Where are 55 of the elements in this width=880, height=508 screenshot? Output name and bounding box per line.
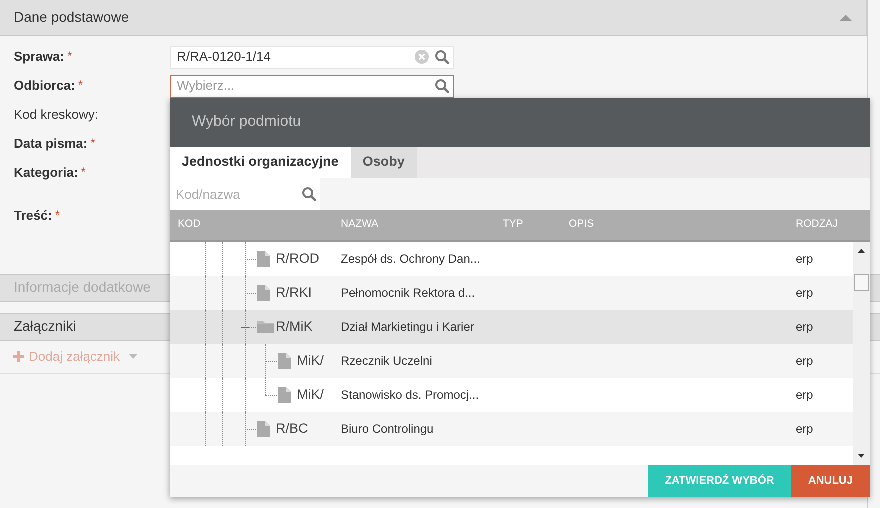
search-icon[interactable] xyxy=(435,50,449,64)
required-mark: * xyxy=(78,78,84,92)
required-mark: * xyxy=(68,49,72,64)
scrollbar-thumb[interactable] xyxy=(854,274,869,291)
field-label: Treść: xyxy=(14,208,52,222)
code-cell-text: R/RKI xyxy=(276,284,312,302)
column-header: NAZWA xyxy=(341,217,380,232)
code-cell-text: R/ROD xyxy=(276,250,320,268)
field-label: Kod kreskowy: xyxy=(14,107,99,122)
code-cell-text: MiK/ xyxy=(297,352,324,370)
type-cell-text: erp xyxy=(796,319,814,336)
required-mark: * xyxy=(81,165,86,180)
type-cell-text: erp xyxy=(796,285,814,302)
name-cell-text: Dział Markietingu i Karier xyxy=(341,319,476,336)
type-cell-text: erp xyxy=(796,421,814,438)
field-label: Kategoria: xyxy=(14,165,78,180)
name-cell-text: Stanowisko ds. Promocj... xyxy=(341,387,480,404)
code-cell-text: MiK/ xyxy=(297,386,324,404)
section-header[interactable]: Dane podstawowe xyxy=(0,0,867,36)
case-field[interactable]: R/RA-0120-1/14 xyxy=(170,46,454,68)
up-arrow-icon[interactable] xyxy=(858,249,865,253)
code-cell-text: R/BC xyxy=(276,420,308,438)
scrollbar[interactable] xyxy=(853,242,870,465)
field-label: Data pisma: xyxy=(14,136,88,152)
type-cell-text: erp xyxy=(796,251,814,268)
tab[interactable]: Jednostki organizacyjne xyxy=(170,147,351,178)
tab[interactable]: Osoby xyxy=(350,147,417,178)
folder-icon xyxy=(257,319,274,333)
file-icon xyxy=(278,353,291,369)
file-icon xyxy=(278,387,291,403)
file-icon xyxy=(257,251,270,267)
column-header: KOD xyxy=(177,217,202,232)
search-icon[interactable] xyxy=(302,187,316,201)
name-cell-text: Biuro Controlingu xyxy=(341,421,435,438)
type-cell-text: erp xyxy=(796,387,814,404)
name-cell-text: Pełnomocnik Rektora d... xyxy=(341,285,476,302)
required-mark: * xyxy=(55,208,60,222)
collapse-icon[interactable] xyxy=(241,326,249,329)
search-field[interactable]: Kod/nazwa xyxy=(170,178,320,210)
column-header: RODZAJ xyxy=(796,217,839,232)
dialog-title: Wybór podmiotu xyxy=(170,98,870,147)
field-label: Odbiorca: xyxy=(14,78,76,94)
required-mark: * xyxy=(90,136,96,150)
type-cell-text: erp xyxy=(796,353,814,370)
name-cell-text: Zespół ds. Ochrony Dan... xyxy=(341,251,482,268)
column-header: OPIS xyxy=(569,217,596,232)
file-icon xyxy=(257,285,270,301)
column-header: TYP xyxy=(503,217,524,232)
name-cell-text: Rzecznik Uczelni xyxy=(341,353,434,370)
field-label: Sprawa: xyxy=(14,49,65,64)
code-cell-text: R/MiK xyxy=(276,318,313,336)
file-icon xyxy=(257,421,270,437)
down-arrow-icon[interactable] xyxy=(858,454,865,458)
cancel-button[interactable]: ANULUJ xyxy=(791,465,870,497)
search-icon[interactable] xyxy=(435,79,449,93)
